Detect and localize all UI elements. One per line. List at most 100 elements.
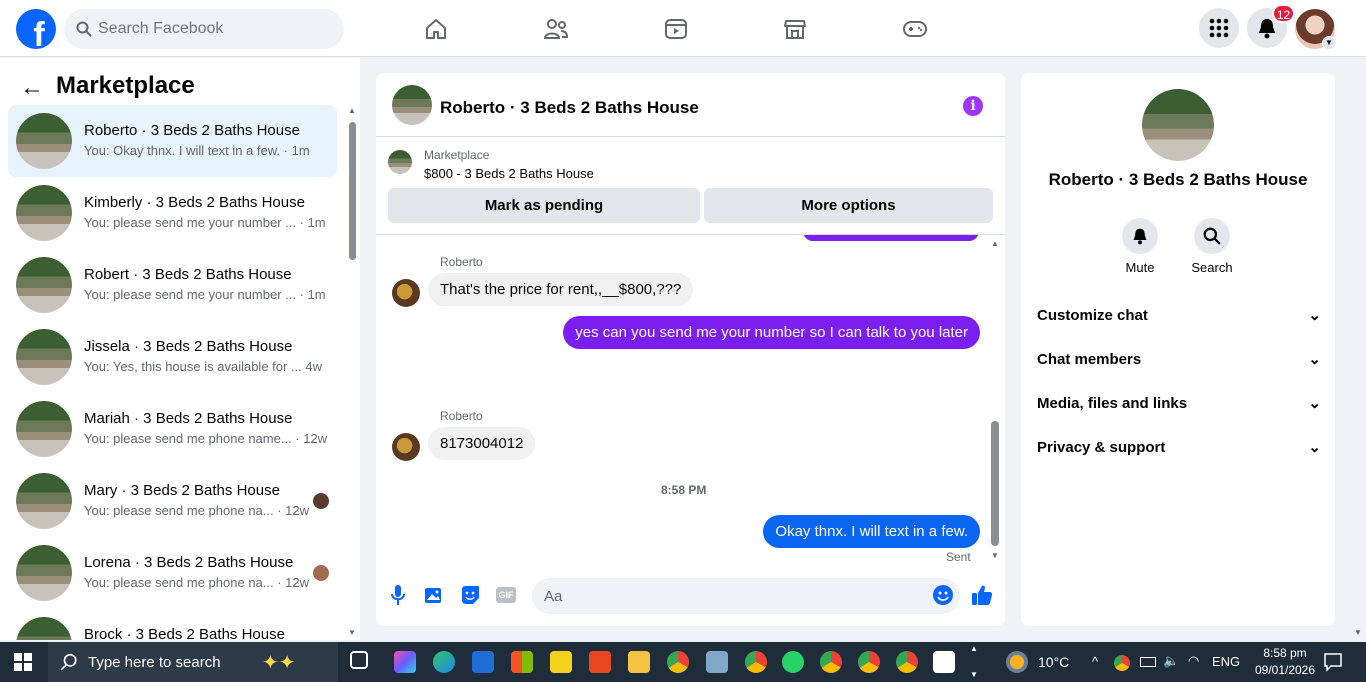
app-icon[interactable] [589, 651, 611, 673]
facebook-logo[interactable]: f [16, 9, 56, 49]
scroll-up-arrow-icon[interactable]: ▲ [348, 106, 356, 115]
sparkle-icon: ✦✦ [262, 652, 296, 674]
conversation-item[interactable]: Jissela · 3 Beds 2 Baths House You: Yes,… [8, 321, 337, 393]
home-icon[interactable] [421, 14, 451, 44]
message-composer: GIF Aa [376, 567, 1005, 626]
search-input[interactable] [98, 20, 318, 38]
listing-thumbnail [16, 257, 72, 313]
chat-members-section[interactable]: Chat members ⌄ [1037, 347, 1321, 371]
chrome-icon[interactable] [820, 651, 842, 673]
seen-avatar [313, 565, 329, 581]
microphone-icon[interactable] [386, 583, 410, 607]
gaming-icon[interactable] [900, 14, 930, 44]
conversation-preview: You: please send me your number ... · 1m [84, 215, 326, 230]
copilot-icon[interactable] [394, 651, 416, 673]
info-icon[interactable]: i [963, 96, 983, 116]
notepad-icon[interactable] [706, 651, 728, 673]
scroll-down-arrow-icon[interactable]: ▼ [991, 551, 999, 560]
marketplace-icon[interactable] [780, 14, 810, 44]
photo-icon[interactable] [422, 583, 446, 607]
sidebar-scroll-thumb[interactable] [349, 122, 356, 260]
section-label: Customize chat [1037, 306, 1148, 324]
listing-price[interactable]: $800 - 3 Beds 2 Baths House [424, 166, 594, 181]
chrome-icon[interactable] [858, 651, 880, 673]
scroll-up-arrow-icon[interactable]: ▲ [991, 239, 999, 248]
taskbar-search[interactable]: Type here to search ✦✦ [48, 642, 338, 682]
chat-profile-avatar[interactable] [1142, 89, 1214, 161]
search-icon [1203, 227, 1221, 245]
chrome-icon[interactable] [896, 651, 918, 673]
back-arrow-icon[interactable]: ← [20, 74, 44, 102]
sender-avatar[interactable] [392, 279, 420, 307]
sticky-notes-icon[interactable] [550, 651, 572, 673]
windows-start-icon[interactable] [14, 653, 32, 676]
edge-icon[interactable] [433, 651, 455, 673]
listing-thumbnail [16, 473, 72, 529]
watch-icon[interactable] [661, 14, 691, 44]
conversation-item[interactable]: Robert · 3 Beds 2 Baths House You: pleas… [8, 249, 337, 321]
listing-source: Marketplace [424, 148, 490, 162]
mute-button[interactable]: Mute [1110, 218, 1170, 275]
conversation-name: Brock · 3 Beds 2 Baths House [84, 626, 285, 640]
language-indicator[interactable]: ENG [1212, 654, 1240, 669]
listing-thumbnail[interactable] [388, 150, 412, 174]
tray-app-icon[interactable] [1114, 655, 1130, 671]
scroll-up-arrow-icon[interactable]: ▲ [970, 644, 978, 653]
friends-icon[interactable] [541, 14, 571, 44]
temperature[interactable]: 10°C [1038, 654, 1069, 670]
message-input[interactable]: Aa [532, 578, 960, 614]
gif-icon[interactable]: GIF [494, 583, 518, 607]
thread-scroll-thumb[interactable] [991, 421, 999, 546]
emoji-icon[interactable] [931, 583, 955, 607]
section-label: Media, files and links [1037, 394, 1188, 412]
media-files-links-section[interactable]: Media, files and links ⌄ [1037, 391, 1321, 415]
menu-button[interactable] [1199, 8, 1239, 48]
chrome-icon[interactable] [745, 651, 767, 673]
sender-avatar[interactable] [392, 433, 420, 461]
more-options-button[interactable]: More options [704, 188, 993, 223]
windows-taskbar: Type here to search ✦✦ ▲ ▼ 10°C ^ 🔈 ◠ EN… [0, 642, 1366, 682]
notification-center-icon[interactable] [1323, 652, 1343, 677]
chevron-up-icon[interactable]: ^ [1092, 654, 1098, 669]
chat-title[interactable]: Roberto · 3 Beds 2 Baths House [440, 98, 699, 118]
mark-as-pending-button[interactable]: Mark as pending [388, 188, 700, 223]
chevron-down-icon[interactable]: ▼ [1322, 36, 1336, 50]
wifi-icon[interactable]: ◠ [1188, 653, 1199, 669]
taskbar-search-text: Type here to search [88, 653, 221, 671]
conversation-item[interactable]: Kimberly · 3 Beds 2 Baths House You: ple… [8, 177, 337, 249]
conversation-item[interactable]: Lorena · 3 Beds 2 Baths House You: pleas… [8, 537, 337, 609]
weather-icon[interactable] [1006, 651, 1028, 673]
volume-icon[interactable]: 🔈 [1163, 653, 1179, 669]
scroll-down-arrow-icon[interactable]: ▼ [348, 628, 356, 637]
chat-details-panel: Roberto · 3 Beds 2 Baths House Mute Sear… [1021, 73, 1335, 626]
top-navigation-bar: f 12 ▼ [0, 0, 1366, 57]
page-scrollbar[interactable] [1352, 60, 1366, 640]
conversation-item[interactable]: Brock · 3 Beds 2 Baths House [8, 609, 337, 640]
customize-chat-section[interactable]: Customize chat ⌄ [1037, 303, 1321, 327]
seen-avatar [313, 493, 329, 509]
store-icon[interactable] [511, 651, 533, 673]
conversation-item[interactable]: Mary · 3 Beds 2 Baths House You: please … [8, 465, 337, 537]
grid-menu-icon [1209, 18, 1229, 38]
message-status: Sent [946, 550, 971, 564]
capcut-icon[interactable] [933, 651, 955, 673]
chrome-icon[interactable] [667, 651, 689, 673]
scroll-down-arrow-icon[interactable]: ▼ [1354, 628, 1362, 637]
outlook-icon[interactable] [472, 651, 494, 673]
battery-icon[interactable] [1140, 657, 1156, 667]
chat-header: Roberto · 3 Beds 2 Baths House i [376, 73, 1005, 137]
file-explorer-icon[interactable] [628, 651, 650, 673]
sticker-icon[interactable] [458, 583, 482, 607]
conversation-item[interactable]: Mariah · 3 Beds 2 Baths House You: pleas… [8, 393, 337, 465]
search-bar[interactable] [64, 9, 344, 49]
message-bubble-outgoing: Okay thnx. I will text in a few. [763, 515, 980, 548]
whatsapp-icon[interactable] [782, 651, 804, 673]
task-view-icon[interactable] [350, 651, 368, 669]
scroll-down-arrow-icon[interactable]: ▼ [970, 670, 978, 679]
clock[interactable]: 8:58 pm 09/01/2026 [1250, 645, 1320, 679]
chat-avatar[interactable] [392, 85, 432, 125]
privacy-support-section[interactable]: Privacy & support ⌄ [1037, 435, 1321, 459]
search-conversation-button[interactable]: Search [1182, 218, 1242, 275]
thumbs-up-icon[interactable] [970, 583, 994, 607]
conversation-item[interactable]: Roberto · 3 Beds 2 Baths House You: Okay… [8, 105, 337, 177]
